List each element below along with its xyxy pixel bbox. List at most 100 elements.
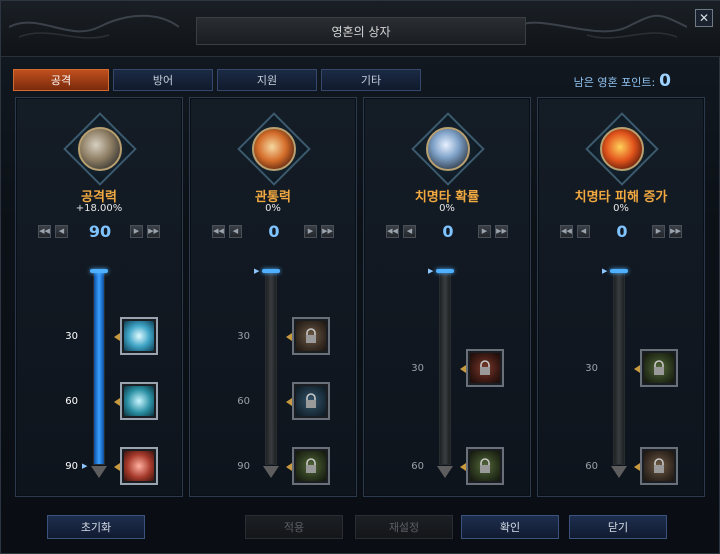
locked-skill-icon[interactable] <box>640 349 678 387</box>
gauntlet-orb-icon <box>63 112 137 186</box>
ice-slash-icon[interactable] <box>120 317 158 355</box>
track-tip <box>91 466 107 478</box>
pierce-orb-icon <box>237 112 311 186</box>
step-up-button[interactable]: ▶ <box>478 225 491 238</box>
step-min-button[interactable]: ◀◀ <box>560 225 573 238</box>
reset-button[interactable]: 초기화 <box>47 515 145 539</box>
tick-label: 30 <box>65 331 78 342</box>
step-down-button[interactable]: ◀ <box>403 225 416 238</box>
apply-button[interactable]: 적용 <box>245 515 343 539</box>
stat-value: 0% <box>265 203 281 214</box>
step-max-button[interactable]: ▶▶ <box>321 225 334 238</box>
confirm-button[interactable]: 확인 <box>461 515 559 539</box>
track-tip <box>611 466 627 478</box>
locked-skill-icon[interactable] <box>292 382 330 420</box>
window-title: 영혼의 상자 <box>331 24 391 39</box>
step-min-button[interactable]: ◀◀ <box>38 225 51 238</box>
step-up-button[interactable]: ▶ <box>130 225 143 238</box>
remaining-points-label: 남은 영혼 포인트: <box>573 76 656 89</box>
tick-label: 60 <box>585 461 598 472</box>
tab-defense[interactable]: 방어 <box>113 69 213 91</box>
track-cap <box>436 269 454 273</box>
level-marker-icon: ▶ <box>82 462 88 470</box>
level-stepper: ◀◀ ◀ 0 ▶ ▶▶ <box>560 222 684 242</box>
step-min-button[interactable]: ◀◀ <box>212 225 225 238</box>
footer-bar: 초기화 적용 재설정 확인 닫기 <box>1 509 720 554</box>
progress-track <box>436 269 454 478</box>
track-tip <box>263 466 279 478</box>
tick-label: 30 <box>411 363 424 374</box>
step-up-button[interactable]: ▶ <box>304 225 317 238</box>
close-window-button[interactable]: 닫기 <box>569 515 667 539</box>
locked-skill-icon[interactable] <box>466 447 504 485</box>
step-up-button[interactable]: ▶ <box>652 225 665 238</box>
ornament-left-icon <box>9 14 179 39</box>
tab-support[interactable]: 지원 <box>217 69 317 91</box>
tick-label: 90 <box>237 461 250 472</box>
stat-value: 0% <box>613 203 629 214</box>
step-max-button[interactable]: ▶▶ <box>147 225 160 238</box>
track-cap <box>610 269 628 273</box>
progress-track <box>610 269 628 478</box>
level-value: 0 <box>616 222 628 241</box>
lock-icon <box>480 360 490 375</box>
lock-icon <box>654 360 664 375</box>
step-down-button[interactable]: ◀ <box>577 225 590 238</box>
stat-panel-penetration: 관통력 0% ◀◀ ◀ 0 ▶ ▶▶ ▶ 30 60 90 <box>189 97 357 497</box>
stat-value: 0% <box>439 203 455 214</box>
track-cap <box>262 269 280 273</box>
progress-track <box>90 269 108 478</box>
progress-fill <box>94 271 104 464</box>
water-fist-icon[interactable] <box>120 382 158 420</box>
step-down-button[interactable]: ◀ <box>55 225 68 238</box>
level-value: 0 <box>268 222 280 241</box>
level-value: 0 <box>442 222 454 241</box>
lock-icon <box>306 393 316 408</box>
blades-orb-icon <box>411 112 485 186</box>
tick-label: 60 <box>65 396 78 407</box>
lock-icon <box>306 458 316 473</box>
title-plate: 영혼의 상자 <box>196 17 526 45</box>
stat-panel-attack: 공격력 +18.00% ◀◀ ◀ 90 ▶ ▶▶ ▶ 30 60 90 <box>15 97 183 497</box>
lock-icon <box>480 458 490 473</box>
tick-label: 30 <box>585 363 598 374</box>
tick-label: 90 <box>65 461 78 472</box>
remaining-points-value: 0 <box>659 71 671 91</box>
stat-value: +18.00% <box>75 203 123 214</box>
step-max-button[interactable]: ▶▶ <box>669 225 682 238</box>
level-marker-icon: ▶ <box>254 267 260 275</box>
lock-icon <box>654 458 664 473</box>
step-down-button[interactable]: ◀ <box>229 225 242 238</box>
title-bar: 영혼의 상자 ✕ <box>1 1 720 57</box>
remaining-points: 남은 영혼 포인트: 0 <box>574 71 671 91</box>
stat-panel-crit-damage: 치명타 피해 증가 0% ◀◀ ◀ 0 ▶ ▶▶ ▶ 30 60 <box>537 97 705 497</box>
tick-label: 30 <box>237 331 250 342</box>
fire-orb-icon <box>585 112 659 186</box>
level-stepper: ◀◀ ◀ 90 ▶ ▶▶ <box>38 222 162 242</box>
track-cap <box>90 269 108 273</box>
step-max-button[interactable]: ▶▶ <box>495 225 508 238</box>
level-marker-icon: ▶ <box>602 267 608 275</box>
reassign-button[interactable]: 재설정 <box>355 515 453 539</box>
stat-panel-crit-chance: 치명타 확률 0% ◀◀ ◀ 0 ▶ ▶▶ ▶ 30 60 <box>363 97 531 497</box>
level-stepper: ◀◀ ◀ 0 ▶ ▶▶ <box>212 222 336 242</box>
flame-claw-icon[interactable] <box>120 447 158 485</box>
progress-track <box>262 269 280 478</box>
track-tip <box>437 466 453 478</box>
level-marker-icon: ▶ <box>428 267 434 275</box>
locked-skill-icon[interactable] <box>466 349 504 387</box>
locked-skill-icon[interactable] <box>292 447 330 485</box>
soul-box-window: 영혼의 상자 ✕ 공격 방어 지원 기타 남은 영혼 포인트: 0 공격력 +1… <box>0 0 720 554</box>
tick-label: 60 <box>411 461 424 472</box>
locked-skill-icon[interactable] <box>640 447 678 485</box>
step-min-button[interactable]: ◀◀ <box>386 225 399 238</box>
lock-icon <box>306 328 316 343</box>
level-stepper: ◀◀ ◀ 0 ▶ ▶▶ <box>386 222 510 242</box>
locked-skill-icon[interactable] <box>292 317 330 355</box>
tab-attack[interactable]: 공격 <box>13 69 109 91</box>
tick-label: 60 <box>237 396 250 407</box>
close-button[interactable]: ✕ <box>695 9 713 27</box>
tab-etc[interactable]: 기타 <box>321 69 421 91</box>
ornament-right-icon <box>517 14 687 39</box>
category-tabs: 공격 방어 지원 기타 <box>13 69 421 91</box>
